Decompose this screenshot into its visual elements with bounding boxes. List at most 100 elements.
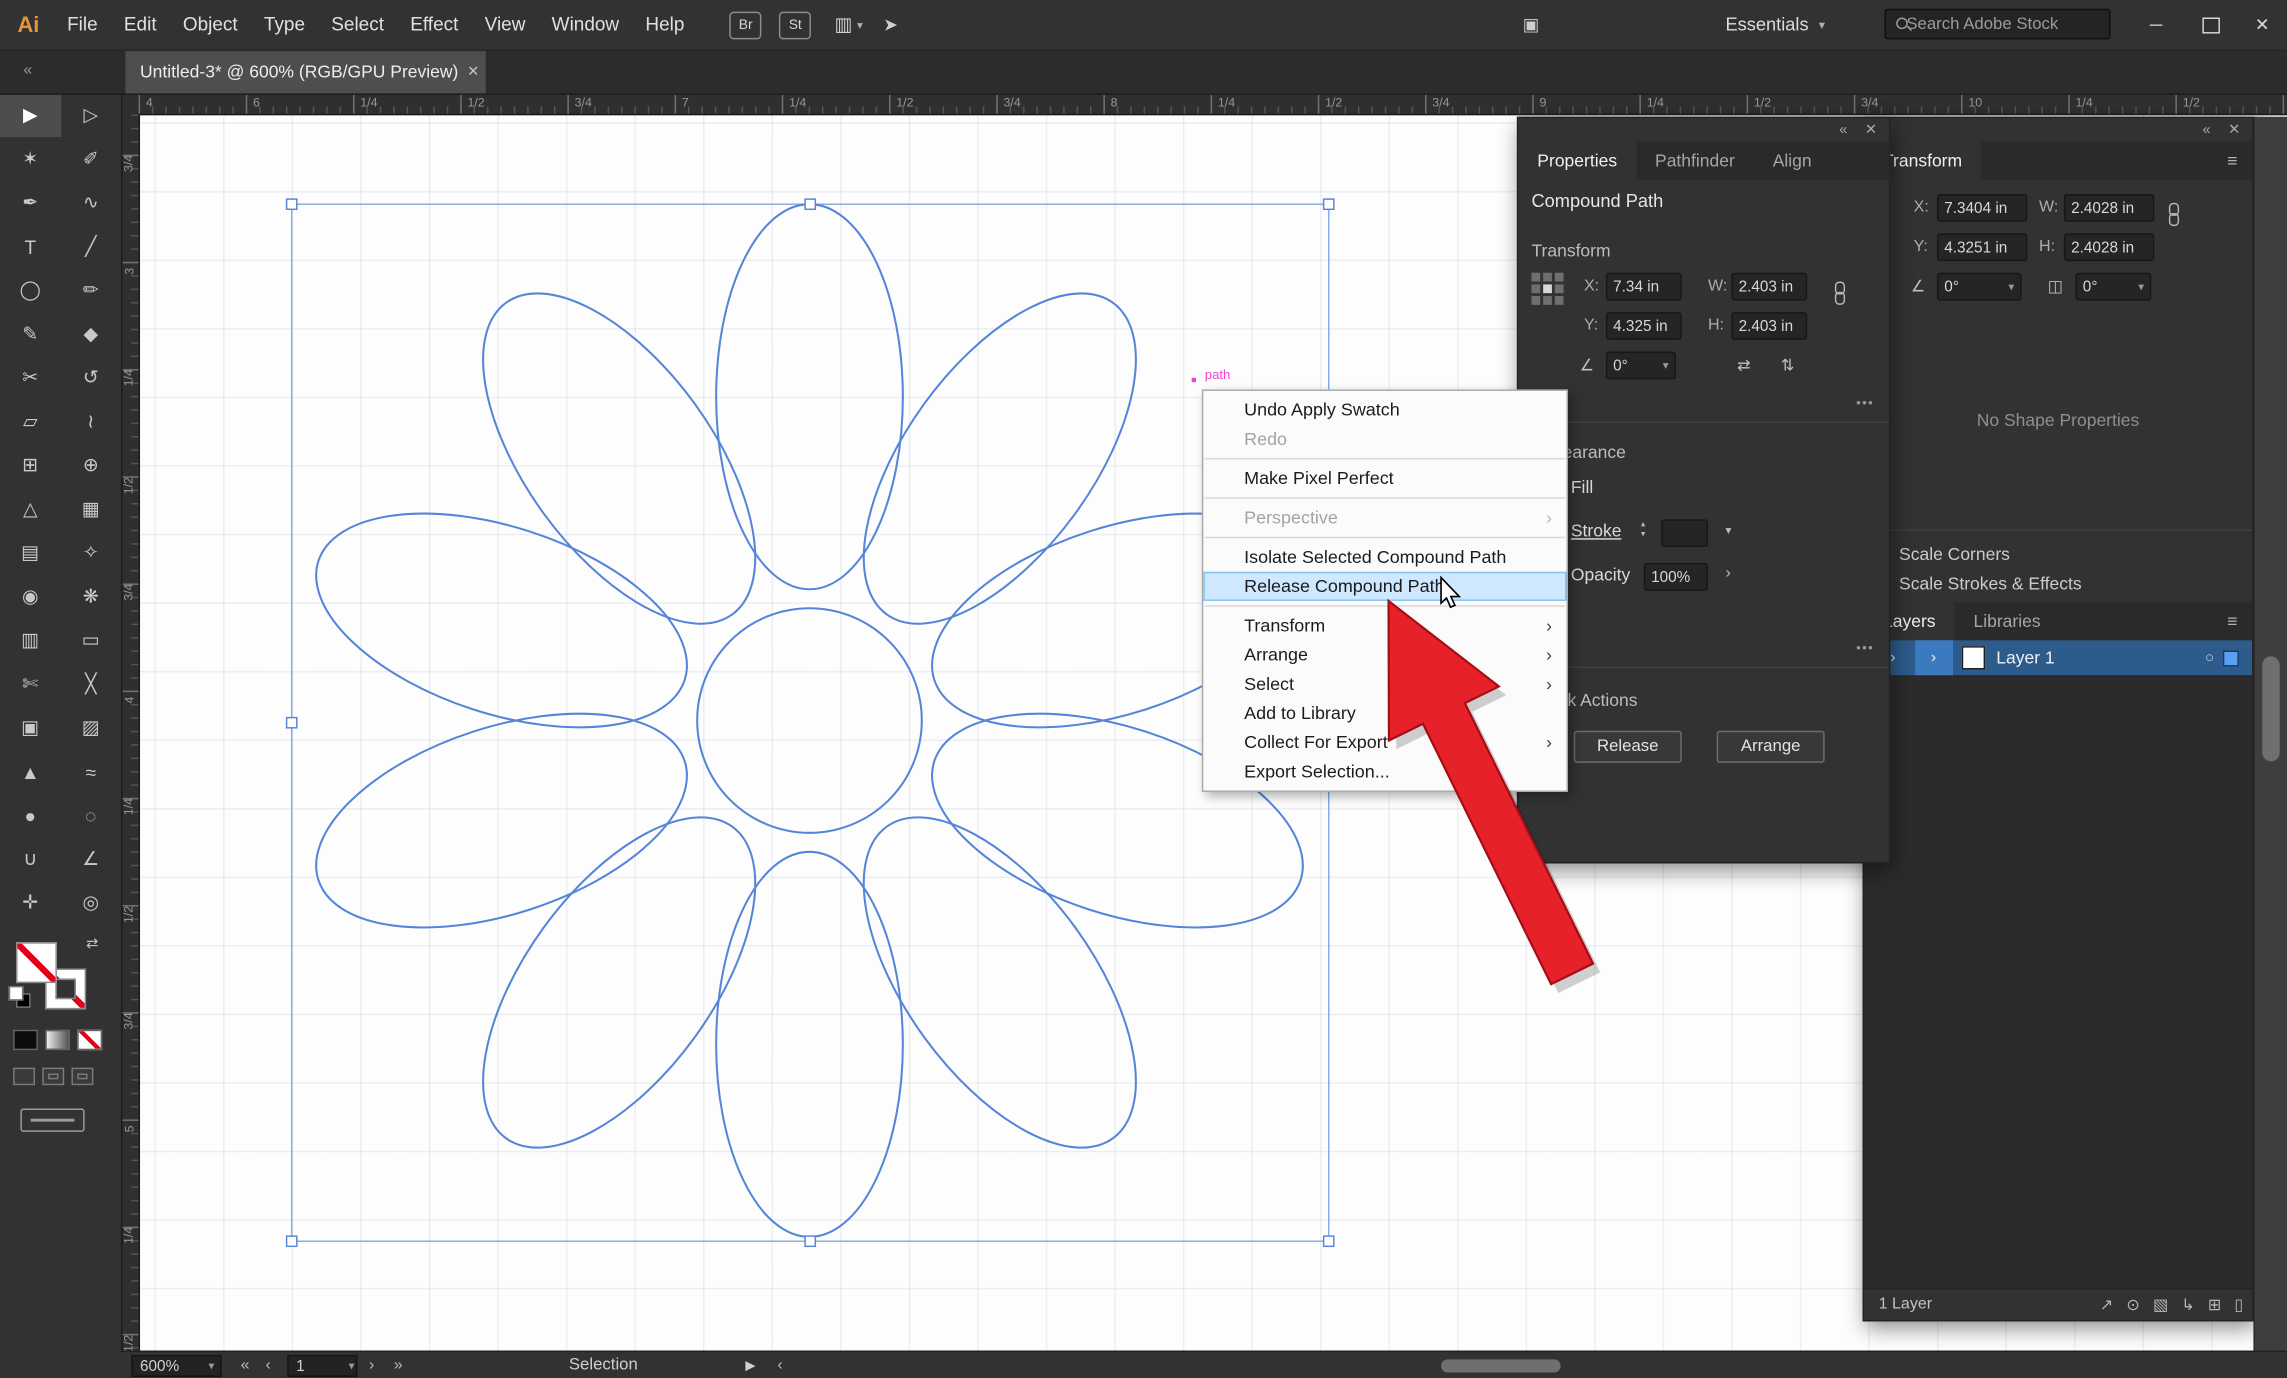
paintbrush-tool[interactable]: ✏ — [61, 268, 122, 312]
adobe-stock-search[interactable] — [1884, 9, 2110, 40]
pencil-tool[interactable]: ✎ — [0, 312, 61, 356]
last-artboard-icon[interactable]: » — [394, 1352, 403, 1378]
w-input[interactable] — [1733, 278, 1806, 296]
stroke-weight-input[interactable] — [1663, 524, 1707, 542]
menu-item[interactable]: Object — [170, 0, 251, 50]
eyedropper-tool[interactable]: ✧ — [61, 531, 122, 575]
context-menu-item[interactable]: Release Compound Path — [1203, 572, 1566, 601]
x-field[interactable] — [1606, 273, 1682, 301]
context-menu-item[interactable]: Add to Library — [1203, 699, 1566, 728]
collapsed-dock-strip[interactable] — [2253, 117, 2287, 1351]
fill-color-swatch[interactable] — [16, 942, 57, 983]
draw-behind-icon[interactable] — [42, 1068, 64, 1086]
flower-path[interactable] — [290, 204, 1330, 1237]
scale-strokes-label[interactable]: Scale Strokes & Effects — [1899, 573, 2082, 593]
share-icon[interactable]: ➤ — [883, 15, 898, 35]
menu-item[interactable]: Edit — [111, 0, 170, 50]
live-paint-bucket-tool[interactable]: ▣ — [0, 706, 61, 750]
none-mode-icon[interactable] — [77, 1030, 102, 1050]
document-tab[interactable]: Untitled-3* @ 600% (RGB/GPU Preview) ✕ — [125, 50, 485, 94]
join-tool[interactable]: ∪ — [0, 837, 61, 881]
shear-field[interactable]: ▾ — [2076, 273, 2152, 301]
free-transform-tool[interactable]: ⊞ — [0, 443, 61, 487]
menu-item[interactable]: Help — [632, 0, 697, 50]
workspace-switcher-icon[interactable]: ▣ — [1523, 0, 1540, 50]
layer-row[interactable]: › › Layer 1 ○ — [1864, 640, 2252, 675]
artboard-tool[interactable]: ▭ — [61, 618, 122, 662]
layer-target-icon[interactable]: ○ — [2205, 650, 2214, 666]
live-paint-selection-tool[interactable]: ▨ — [61, 706, 122, 750]
close-button[interactable]: ✕ — [2246, 0, 2269, 50]
horizontal-ruler[interactable]: 461/41/23/471/41/23/481/41/23/491/41/23/… — [139, 93, 2287, 115]
opacity-options-icon[interactable]: › — [1725, 564, 1730, 582]
reference-point-locator[interactable] — [1531, 273, 1563, 305]
shear-input[interactable] — [2077, 278, 2138, 296]
rotate-input[interactable] — [1607, 357, 1662, 375]
search-input[interactable] — [1903, 14, 2133, 34]
draw-inside-icon[interactable] — [71, 1068, 93, 1086]
direct-selection-tool[interactable]: ▷ — [61, 93, 122, 137]
layers-menu-icon[interactable]: ≡ — [2213, 602, 2252, 640]
x-input[interactable] — [1607, 278, 1680, 296]
slice-tool[interactable]: ✄ — [0, 662, 61, 706]
close-panel-icon[interactable]: ✕ — [1865, 122, 1877, 138]
vertical-ruler[interactable]: 3/431/41/23/441/41/23/451/41/2 — [121, 114, 140, 1351]
previous-artboard-icon[interactable]: ‹ — [265, 1352, 270, 1378]
menu-item[interactable]: Select — [318, 0, 397, 50]
stock-icon[interactable]: St — [779, 11, 811, 39]
width-tool[interactable]: ≀ — [61, 400, 122, 444]
smooth-tool[interactable]: ≈ — [61, 750, 122, 794]
path-eraser-tool[interactable]: ◌ — [61, 793, 122, 837]
shape-builder-tool[interactable]: ⊕ — [61, 443, 122, 487]
constrain-proportions-icon[interactable] — [1833, 282, 1848, 311]
ruler-origin-corner[interactable] — [121, 93, 140, 115]
w-input[interactable] — [2065, 199, 2153, 217]
rotate-tool[interactable]: ↺ — [61, 356, 122, 400]
scale-tool[interactable]: ▱ — [0, 400, 61, 444]
stroke-options-chevron-icon[interactable]: ▾ — [1725, 524, 1731, 537]
layers-panel-tab[interactable]: Libraries — [1955, 602, 2060, 640]
context-menu-item[interactable]: Arrange › — [1203, 640, 1566, 669]
close-dock-icon[interactable]: ✕ — [2228, 122, 2240, 138]
default-fill-stroke-icon[interactable] — [9, 986, 29, 1006]
eraser-tool[interactable]: ◆ — [61, 312, 122, 356]
zoom-input[interactable] — [133, 1357, 193, 1375]
swap-fill-stroke-icon[interactable]: ⇄ — [86, 936, 98, 952]
scroll-left-icon[interactable]: ‹ — [777, 1352, 782, 1378]
gradient-mode-icon[interactable] — [45, 1030, 70, 1050]
bridge-icon[interactable]: Br — [730, 11, 762, 39]
flip-horizontal-icon[interactable]: ⇄ — [1737, 356, 1750, 375]
selection-handles[interactable] — [287, 199, 1334, 1246]
selection-tool[interactable]: ▶ — [0, 93, 61, 137]
draw-normal-icon[interactable] — [13, 1068, 35, 1086]
more-options-icon[interactable]: ••• — [1856, 640, 1874, 655]
rotate-field[interactable]: ▾ — [1937, 273, 2022, 301]
expand-layer-icon[interactable]: › — [1890, 649, 1895, 667]
constrain-proportions-icon[interactable] — [2167, 203, 2182, 232]
magic-wand-tool[interactable]: ✶ — [0, 137, 61, 181]
close-tab-icon[interactable]: ✕ — [458, 62, 488, 81]
y-field[interactable] — [1606, 312, 1682, 340]
h-input[interactable] — [2065, 238, 2153, 256]
h-input[interactable] — [1733, 317, 1806, 335]
dock-scrollbar-thumb[interactable] — [2262, 656, 2280, 761]
stroke-weight-field[interactable] — [1661, 519, 1708, 547]
symbol-sprayer-tool[interactable]: ❋ — [61, 575, 122, 619]
context-menu-item[interactable]: Export Selection... — [1203, 757, 1566, 786]
properties-tab[interactable]: Pathfinder — [1636, 141, 1754, 179]
pen-tool[interactable]: ✒ — [0, 181, 61, 225]
opacity-field[interactable] — [1644, 563, 1708, 591]
arrange-button[interactable]: Arrange — [1717, 731, 1825, 763]
delete-icon[interactable]: ▯ — [2234, 1295, 2243, 1314]
context-menu-item[interactable]: Transform › — [1203, 611, 1566, 640]
w-field[interactable] — [2064, 194, 2154, 222]
opacity-input[interactable] — [1645, 568, 1706, 586]
fill-label[interactable]: Fill — [1571, 477, 1593, 497]
measure-tool[interactable]: ∠ — [61, 837, 122, 881]
status-options-icon[interactable]: ▶ — [745, 1352, 755, 1378]
panel-menu-icon[interactable]: ≡ — [2213, 141, 2252, 179]
properties-tab[interactable]: Properties — [1518, 141, 1636, 179]
menu-item[interactable]: View — [472, 0, 539, 50]
y-input[interactable] — [1607, 317, 1680, 335]
rotate-input[interactable] — [1938, 278, 2008, 296]
